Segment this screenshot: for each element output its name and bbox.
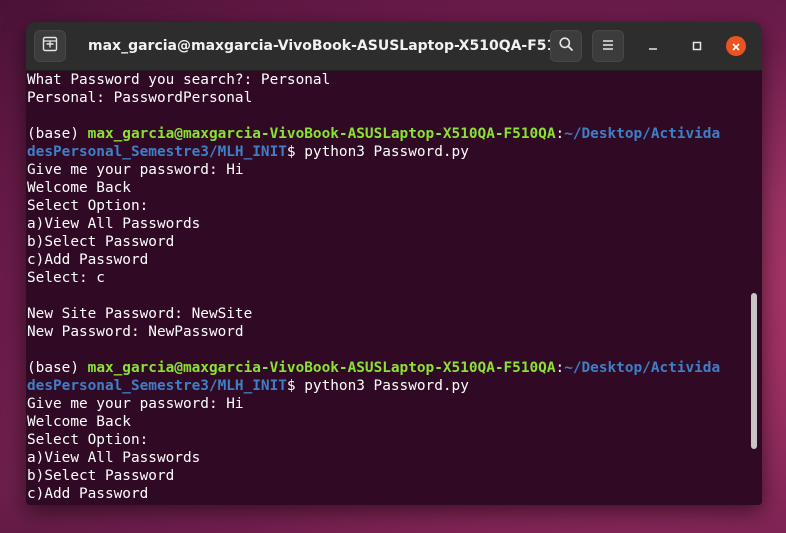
prompt-path: ~/Desktop/Activida (564, 360, 721, 376)
prompt-path: desPersonal_Semestre3/MLH_INIT (27, 378, 287, 394)
terminal-line: c)Add Password (27, 251, 749, 269)
close-icon (731, 37, 741, 56)
search-icon (558, 36, 574, 56)
output-text: Select: c (27, 270, 105, 286)
output-text: a)View All Passwords (27, 450, 201, 466)
terminal-line: Select Option: (27, 431, 749, 449)
window-title: max_garcia@maxgarcia-VivoBook-ASUSLaptop… (88, 38, 558, 54)
prompt-path: desPersonal_Semestre3/MLH_INIT (27, 144, 287, 160)
terminal-line: Personal: PasswordPersonal (27, 89, 749, 107)
output-text: c)Add Password (27, 252, 149, 268)
terminal-line: a)View All Passwords (27, 215, 749, 233)
output-text: b)Select Password (27, 234, 175, 250)
terminal-line: New Password: NewPassword (27, 323, 749, 341)
maximize-button[interactable] (687, 36, 707, 56)
output-text: Personal: PasswordPersonal (27, 90, 253, 106)
output-text: Welcome Back (27, 180, 131, 196)
terminal-line: desPersonal_Semestre3/MLH_INIT$ python3 … (27, 377, 749, 395)
terminal-line: New Site Password: NewSite (27, 305, 749, 323)
terminal-line: Select: c (27, 269, 749, 287)
output-text: Select Option: (27, 198, 149, 214)
minimize-button[interactable] (643, 36, 663, 56)
conda-env-label: (base) (27, 126, 88, 142)
output-text: a)View All Passwords (27, 216, 201, 232)
hamburger-menu-icon (601, 37, 615, 56)
terminal-line: What Password you search?: Personal (27, 71, 749, 89)
terminal-line: b)Select Password (27, 467, 749, 485)
terminal-line: Welcome Back (27, 179, 749, 197)
output-text: What Password you search?: Personal (27, 72, 331, 88)
output-text: Welcome Back (27, 414, 131, 430)
output-text: c)Add Password (27, 486, 149, 502)
terminal-line: a)View All Passwords (27, 449, 749, 467)
terminal-area[interactable]: What Password you search?: Personal Perso… (26, 71, 762, 505)
terminal-line: Give me your password: Hi (27, 395, 749, 413)
output-text: New Password: NewPassword (27, 324, 244, 340)
command-text: $ python3 Password.py (286, 144, 469, 160)
terminal-line: desPersonal_Semestre3/MLH_INIT$ python3 … (27, 143, 749, 161)
terminal-line: (base) max_garcia@maxgarcia-VivoBook-ASU… (27, 125, 749, 143)
terminal-line: Select Option: (27, 197, 749, 215)
terminal-line: Give me your password: Hi (27, 161, 749, 179)
close-circle (726, 36, 746, 56)
terminal-output: What Password you search?: Personal Perso… (27, 71, 749, 503)
output-text: New Site Password: NewSite (27, 306, 253, 322)
output-text: Select Option: (27, 432, 149, 448)
output-text: b)Select Password (27, 468, 175, 484)
prompt-path: ~/Desktop/Activida (564, 126, 721, 142)
maximize-icon (691, 37, 703, 56)
minimize-icon (647, 37, 659, 56)
prompt-separator: : (555, 126, 565, 142)
prompt-user-host: max_garcia@maxgarcia-VivoBook-ASUSLaptop… (87, 360, 556, 376)
terminal-line: c)Add Password (27, 485, 749, 503)
new-tab-button[interactable] (34, 30, 66, 62)
close-button[interactable] (726, 36, 746, 56)
new-tab-icon (42, 36, 58, 56)
conda-env-label: (base) (27, 360, 88, 376)
prompt-user-host: max_garcia@maxgarcia-VivoBook-ASUSLaptop… (87, 126, 556, 142)
terminal-line: (base) max_garcia@maxgarcia-VivoBook-ASU… (27, 359, 749, 377)
title-bar[interactable]: max_garcia@maxgarcia-VivoBook-ASUSLaptop… (26, 22, 762, 71)
command-text: $ python3 Password.py (286, 378, 469, 394)
scrollbar-thumb[interactable] (751, 293, 757, 449)
menu-button[interactable] (592, 30, 624, 62)
prompt-separator: : (555, 360, 565, 376)
terminal-line: b)Select Password (27, 233, 749, 251)
search-button[interactable] (550, 30, 582, 62)
terminal-line: Welcome Back (27, 413, 749, 431)
terminal-window: max_garcia@maxgarcia-VivoBook-ASUSLaptop… (26, 22, 762, 505)
output-text: Give me your password: Hi (27, 396, 244, 412)
output-text: Give me your password: Hi (27, 162, 244, 178)
